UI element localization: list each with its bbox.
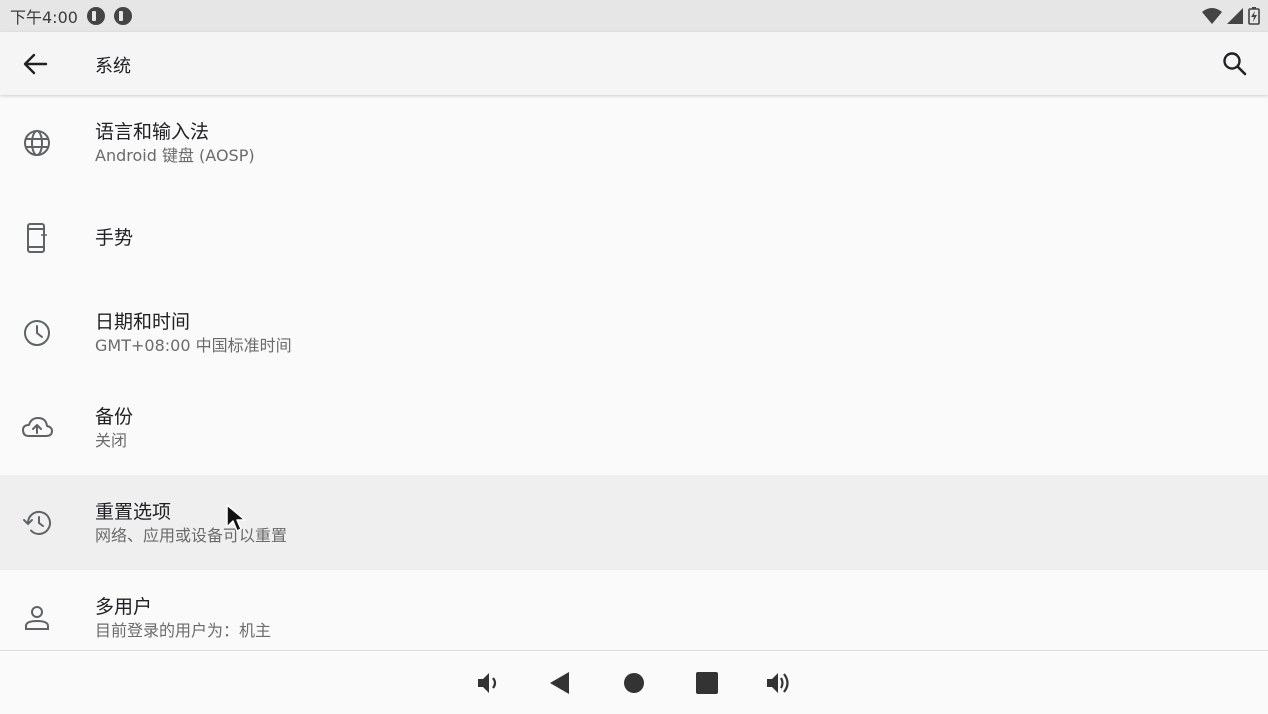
recents-square-icon [696, 672, 718, 694]
page-title: 系统 [95, 56, 131, 77]
volume-down-icon [478, 673, 497, 693]
setting-gestures[interactable]: 手势 [0, 190, 1268, 285]
cell-signal-icon [1227, 8, 1243, 24]
status-time: 下午4:00 [10, 8, 78, 27]
setting-title: 手势 [95, 226, 134, 249]
history-icon [23, 511, 51, 535]
status-icons [1202, 7, 1260, 25]
setting-title: 备份 [95, 405, 134, 428]
volume-up-icon [767, 673, 789, 693]
navigation-bar [0, 650, 1268, 714]
setting-date-time[interactable]: 日期和时间 GMT+08:00 中国标准时间 [0, 285, 1268, 380]
setting-title: 日期和时间 [95, 310, 191, 333]
wifi-icon [1202, 8, 1222, 24]
volume-up-button[interactable] [764, 668, 794, 698]
status-bar: 下午4:00 [0, 0, 1268, 32]
clock-icon [24, 320, 50, 346]
setting-title: 重置选项 [95, 500, 172, 523]
mouse-pointer-icon [226, 504, 246, 532]
settings-list: 语言和输入法 Android 键盘 (AOSP) 手势 日期和时间 GMT+08… [0, 95, 1268, 665]
setting-subtitle: Android 键盘 (AOSP) [95, 145, 255, 165]
battery-charging-icon [1248, 7, 1260, 25]
setting-reset[interactable]: 重置选项 网络、应用或设备可以重置 [0, 475, 1268, 570]
setting-subtitle: 网络、应用或设备可以重置 [95, 525, 288, 545]
app-bar: 系统 [0, 32, 1268, 95]
app-notification-icon [113, 7, 132, 25]
back-button[interactable] [20, 50, 50, 78]
recents-button[interactable] [692, 668, 722, 698]
app-notification-icon [86, 7, 105, 25]
setting-languages[interactable]: 语言和输入法 Android 键盘 (AOSP) [0, 95, 1268, 190]
globe-icon [24, 130, 50, 156]
arrow-left-icon [23, 53, 48, 75]
search-icon [1223, 52, 1247, 76]
cloud-upload-icon [22, 417, 53, 437]
back-nav-button[interactable] [546, 668, 576, 698]
setting-title: 多用户 [95, 595, 153, 618]
phone-gesture-icon [27, 223, 47, 253]
setting-title: 语言和输入法 [95, 120, 210, 143]
volume-down-button[interactable] [474, 668, 504, 698]
setting-subtitle: 目前登录的用户为：机主 [95, 620, 272, 640]
setting-subtitle: GMT+08:00 中国标准时间 [95, 335, 292, 355]
home-circle-icon [624, 673, 644, 693]
search-button[interactable] [1220, 49, 1250, 79]
home-button[interactable] [619, 668, 649, 698]
person-icon [25, 606, 49, 630]
setting-subtitle: 关闭 [95, 430, 128, 450]
setting-backup[interactable]: 备份 关闭 [0, 380, 1268, 475]
back-triangle-icon [550, 672, 569, 694]
